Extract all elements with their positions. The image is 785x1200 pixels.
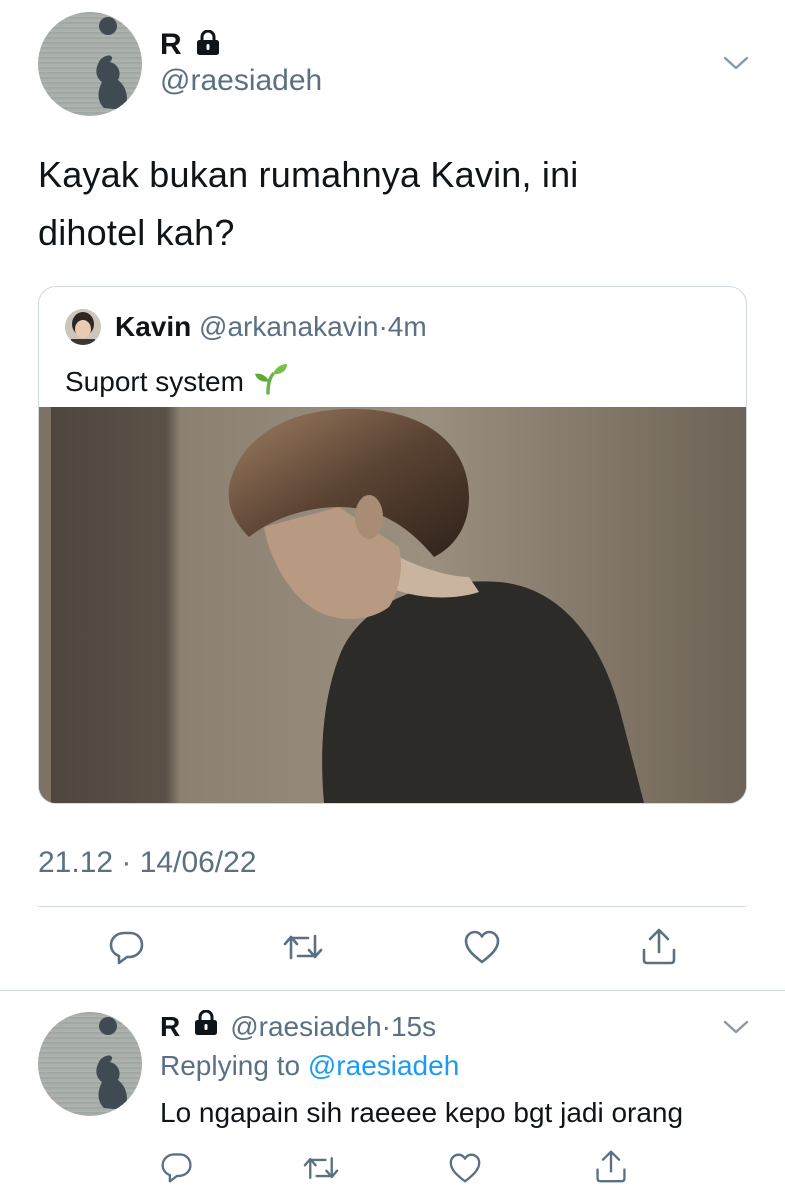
chevron-down-icon[interactable]	[722, 1018, 750, 1041]
avatar[interactable]	[38, 12, 142, 116]
quoted-text: Suport system	[65, 365, 244, 397]
reply-icon[interactable]	[160, 1150, 194, 1189]
share-icon[interactable]	[594, 1148, 628, 1189]
separator: ·	[381, 1010, 391, 1042]
reply-icon[interactable]	[108, 928, 146, 971]
quoted-avatar	[65, 309, 101, 345]
timestamp[interactable]: 21.12 · 14/06/22	[38, 846, 257, 880]
display-name[interactable]: R	[160, 28, 182, 62]
like-icon[interactable]	[463, 929, 501, 970]
retweet-icon[interactable]	[302, 1151, 340, 1190]
quoted-tweet[interactable]: Kavin @arkanakavin·4m Suport system	[38, 286, 747, 804]
avatar-image	[96, 17, 127, 110]
quoted-handle: @arkanakavin	[199, 311, 379, 342]
reply-display-name[interactable]: R	[160, 1011, 180, 1043]
separator: ·	[378, 311, 388, 342]
section-divider	[0, 990, 785, 991]
reply-avatar[interactable]	[38, 1012, 142, 1116]
tweet-text-line: Kayak bukan rumahnya Kavin, ini	[38, 154, 579, 195]
replying-to-link[interactable]: @raesiadeh	[308, 1050, 459, 1081]
seedling-icon	[254, 361, 288, 402]
quoted-photo[interactable]	[39, 407, 746, 803]
reply-handle[interactable]: @raesiadeh	[230, 1011, 381, 1043]
tweet-text: Kayak bukan rumahnya Kavin, ini dihotel …	[38, 146, 758, 262]
photo-image	[39, 407, 746, 803]
quoted-time: 4m	[387, 311, 427, 342]
tweet-text-line: dihotel kah?	[38, 212, 235, 253]
quoted-display-name: Kavin	[115, 311, 192, 342]
share-icon[interactable]	[640, 926, 678, 971]
reply-text: Lo ngapain sih raeeee kepo bgt jadi oran…	[160, 1097, 684, 1128]
like-icon[interactable]	[448, 1152, 482, 1189]
replying-to-label: Replying to	[160, 1050, 301, 1081]
chevron-down-icon[interactable]	[722, 54, 750, 77]
lock-icon	[194, 1009, 218, 1043]
reply-time: 15s	[390, 1010, 437, 1042]
divider	[38, 906, 746, 907]
lock-icon	[196, 29, 220, 61]
reply-avatar-image	[96, 1017, 127, 1110]
retweet-icon[interactable]	[282, 928, 324, 971]
handle[interactable]: @raesiadeh	[160, 64, 322, 98]
